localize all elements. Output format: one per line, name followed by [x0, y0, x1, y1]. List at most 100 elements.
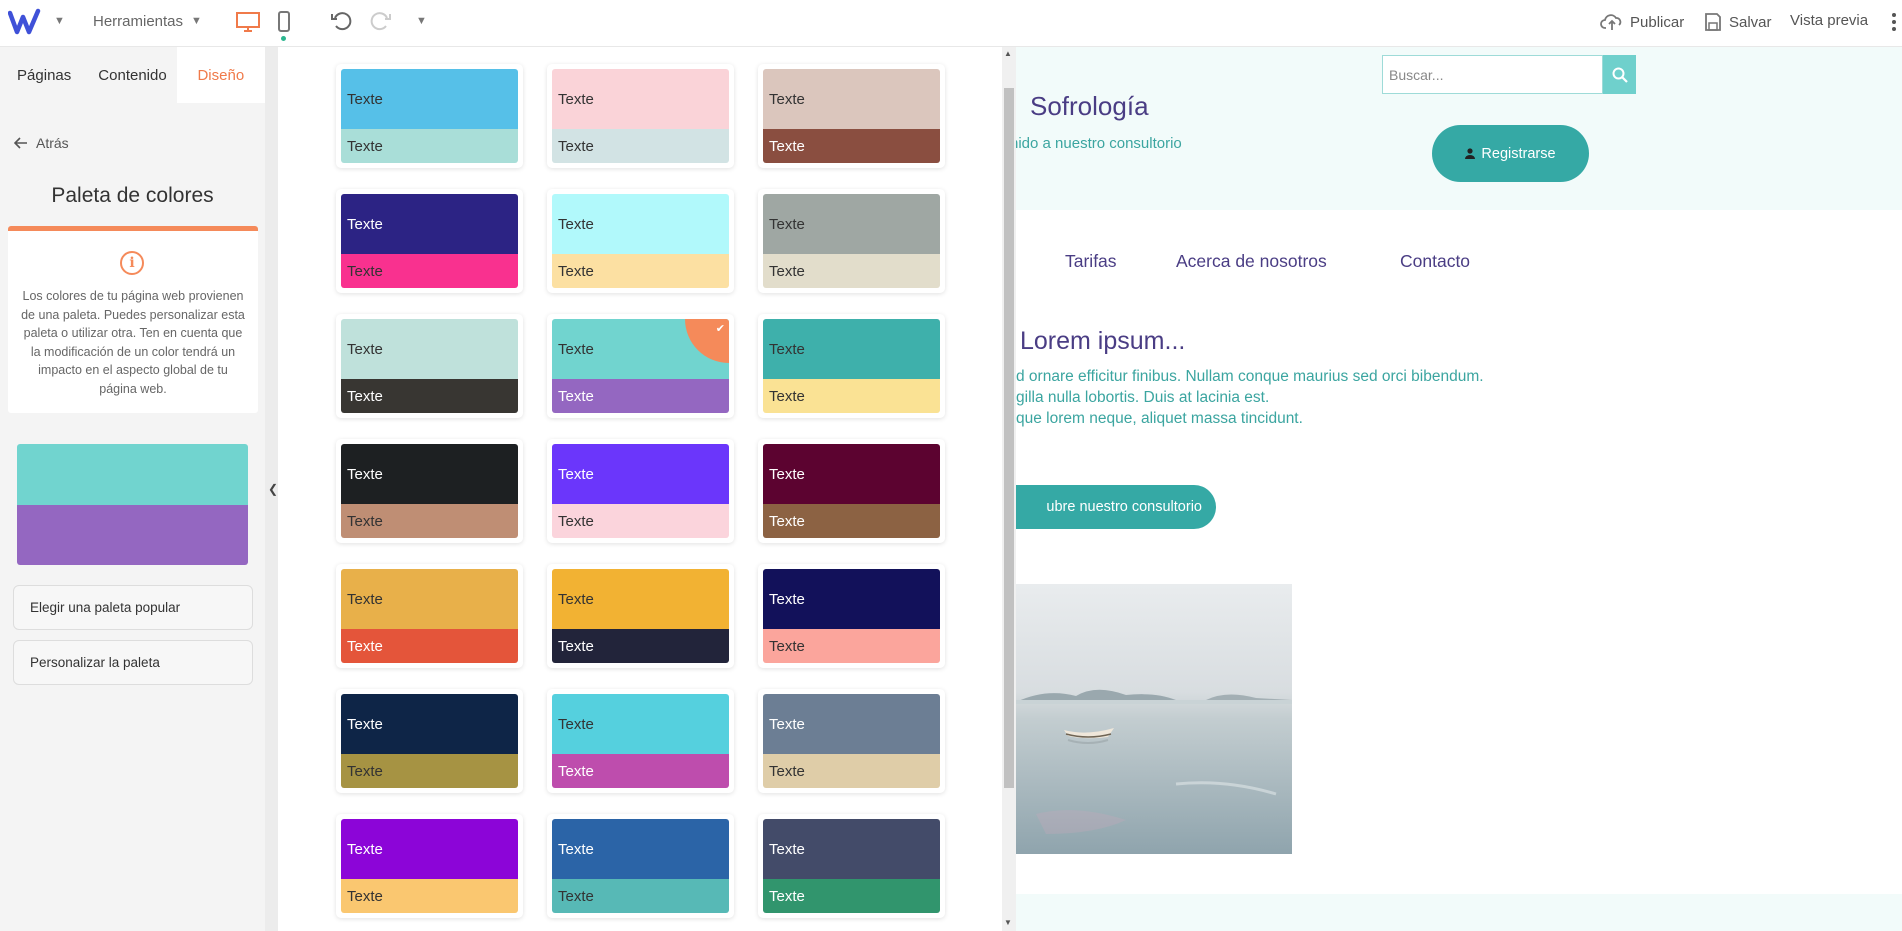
site-search-input[interactable]: Buscar... — [1382, 55, 1603, 94]
palette-secondary-label: Texte — [552, 254, 729, 288]
wix-logo-icon[interactable] — [8, 8, 46, 36]
body-text-line[interactable]: d ornare efficitur finibus. Nullam conqu… — [1016, 368, 1484, 386]
palette-option[interactable]: Texte Texte — [336, 64, 523, 168]
palette-swatch: Texte Texte — [552, 194, 729, 288]
popular-palette-button[interactable]: Elegir una paleta popular — [13, 585, 253, 630]
mobile-view-icon[interactable] — [270, 8, 298, 36]
palette-option[interactable]: Texte Texte — [758, 564, 945, 668]
palette-swatch: Texte Texte — [341, 319, 518, 413]
palette-primary-label: Texte — [763, 69, 940, 129]
publish-button[interactable]: Publicar — [1600, 12, 1684, 32]
palette-secondary-label: Texte — [763, 879, 940, 913]
palette-option[interactable]: Texte Texte — [336, 564, 523, 668]
nav-item-contact[interactable]: Contacto — [1400, 251, 1470, 272]
palette-secondary-label: Texte — [341, 629, 518, 663]
palette-primary-label: Texte — [341, 319, 518, 379]
current-palette-preview[interactable] — [17, 444, 248, 565]
desktop-view-icon[interactable] — [234, 8, 262, 36]
site-title[interactable]: Sofrología — [1030, 91, 1149, 122]
palette-option[interactable]: Texte Texte — [758, 439, 945, 543]
palette-option[interactable]: Texte Texte — [758, 64, 945, 168]
palette-option[interactable]: Texte Texte — [547, 814, 734, 918]
section-heading[interactable]: Lorem ipsum... — [1020, 327, 1185, 356]
palette-primary-label: Texte — [552, 569, 729, 629]
tab-content[interactable]: Contenido — [88, 47, 176, 103]
lake-boat-image[interactable] — [1016, 584, 1292, 854]
back-link[interactable]: Atrás — [14, 135, 69, 151]
scroll-up-icon[interactable]: ▲ — [1004, 49, 1012, 58]
palette-swatch: Texte Texte — [763, 444, 940, 538]
body-text-line[interactable]: gilla nulla lobortis. Duis at lacinia es… — [1016, 389, 1269, 407]
palette-secondary-label: Texte — [341, 879, 518, 913]
palette-option[interactable]: Texte Texte — [336, 689, 523, 793]
register-label: Registrarse — [1481, 145, 1556, 162]
palette-option[interactable]: Texte Texte — [547, 689, 734, 793]
palette-option[interactable]: Texte Texte — [336, 814, 523, 918]
palette-option[interactable]: Texte Texte — [547, 439, 734, 543]
user-icon — [1465, 148, 1476, 159]
primary-color — [17, 444, 248, 505]
palette-primary-label: Texte — [341, 69, 518, 129]
palette-option[interactable]: Texte Texte — [547, 189, 734, 293]
publish-label: Publicar — [1630, 13, 1685, 31]
undo-icon[interactable] — [327, 7, 355, 35]
site-subtitle[interactable]: nido a nuestro consultorio — [1016, 135, 1182, 152]
redo-icon[interactable] — [367, 7, 395, 35]
chevron-down-icon[interactable]: ▼ — [54, 15, 65, 27]
palette-primary-label: Texte — [763, 444, 940, 504]
chevron-down-icon[interactable]: ▼ — [416, 15, 427, 27]
palette-primary-label: Texte — [763, 319, 940, 379]
preview-label: Vista previa — [1790, 12, 1869, 29]
panel-tabs: Páginas Contenido Diseño — [0, 47, 265, 103]
palette-option[interactable]: Texte Texte — [547, 564, 734, 668]
palette-option[interactable]: Texte Texte — [336, 314, 523, 418]
save-button[interactable]: Salvar — [1703, 12, 1772, 32]
customize-palette-button[interactable]: Personalizar la paleta — [13, 640, 253, 685]
nav-item-about[interactable]: Acerca de nosotros — [1176, 251, 1327, 272]
nav-item-tarifas[interactable]: Tarifas — [1065, 251, 1117, 272]
scroll-down-icon[interactable]: ▼ — [1004, 918, 1012, 927]
palette-swatch: Texte Texte — [763, 69, 940, 163]
info-card: i Los colores de tu página web provienen… — [8, 226, 258, 413]
top-toolbar: ▼ Herramientas ▼ ▼ Publicar Salvar Vista… — [0, 0, 1902, 47]
body-text-line[interactable]: que lorem neque, aliquet massa tincidunt… — [1016, 410, 1303, 428]
palette-primary-label: Texte — [341, 694, 518, 754]
palette-secondary-label: Texte — [552, 754, 729, 788]
palette-option[interactable]: Texte Texte — [758, 314, 945, 418]
palette-swatch: Texte Texte — [341, 569, 518, 663]
tab-design[interactable]: Diseño — [176, 47, 265, 103]
scrollbar-thumb[interactable] — [1004, 88, 1014, 788]
preview-button[interactable]: Vista previa — [1790, 12, 1868, 29]
active-indicator — [281, 36, 286, 41]
arrow-left-icon — [14, 137, 27, 149]
tab-pages[interactable]: Páginas — [0, 47, 88, 103]
design-panel: Páginas Contenido Diseño Atrás Paleta de… — [0, 47, 265, 931]
tools-menu[interactable]: Herramientas — [93, 13, 183, 30]
palette-swatch: Texte Texte — [763, 319, 940, 413]
palette-secondary-label: Texte — [552, 129, 729, 163]
palette-swatch: Texte Texte — [763, 694, 940, 788]
collapse-chevron-icon[interactable]: ❮ — [268, 482, 278, 496]
palette-secondary-label: Texte — [341, 129, 518, 163]
palette-option[interactable]: Texte Texte — [758, 689, 945, 793]
palette-option[interactable]: Texte Texte — [758, 814, 945, 918]
palette-swatch: Texte Texte ✔ — [552, 319, 729, 413]
palette-swatch: Texte Texte — [341, 444, 518, 538]
palette-option[interactable]: Texte Texte ✔ — [547, 314, 734, 418]
back-label: Atrás — [36, 135, 69, 151]
more-options-icon[interactable] — [1880, 8, 1902, 36]
save-label: Salvar — [1729, 13, 1772, 31]
palette-option[interactable]: Texte Texte — [336, 439, 523, 543]
palette-option[interactable]: Texte Texte — [758, 189, 945, 293]
chevron-down-icon[interactable]: ▼ — [191, 15, 202, 27]
palette-primary-label: Texte — [763, 194, 940, 254]
palette-option[interactable]: Texte Texte — [336, 189, 523, 293]
register-button[interactable]: Registrarse — [1432, 125, 1589, 182]
save-icon — [1705, 13, 1721, 31]
palette-primary-label: Texte — [552, 69, 729, 129]
palette-secondary-label: Texte — [341, 254, 518, 288]
search-icon[interactable] — [1603, 55, 1636, 94]
palette-option[interactable]: Texte Texte — [547, 64, 734, 168]
cta-button[interactable]: ubre nuestro consultorio — [1016, 485, 1216, 529]
palette-swatch: Texte Texte — [763, 569, 940, 663]
